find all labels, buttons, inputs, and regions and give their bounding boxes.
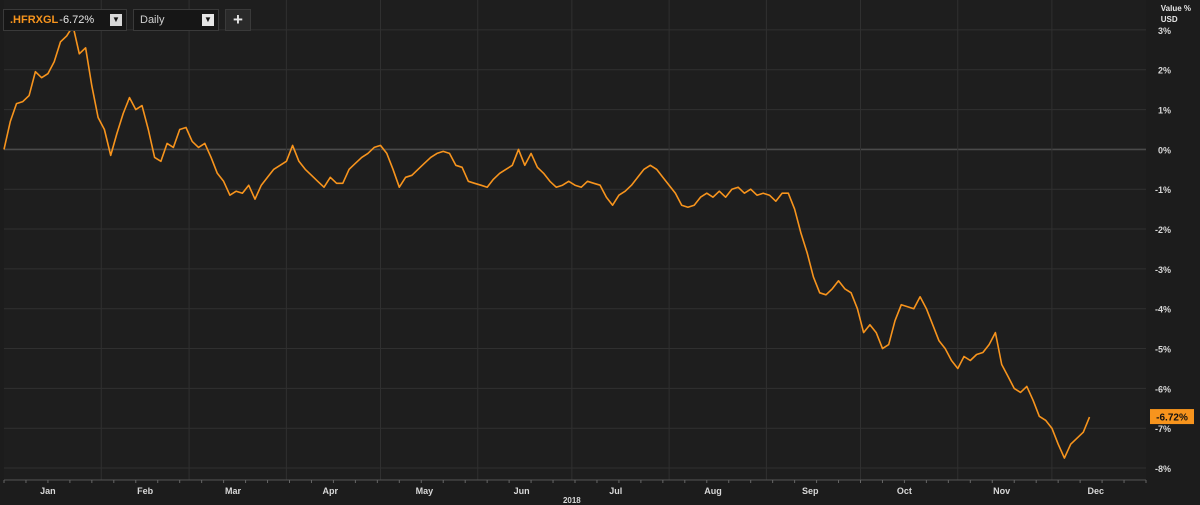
x-tick-label: Nov (993, 486, 1010, 496)
x-axis-year-label: 2018 (563, 496, 581, 505)
chevron-down-icon: ▼ (110, 14, 122, 26)
y-tick-label: 2% (1158, 66, 1171, 76)
y-tick-label: 0% (1158, 145, 1171, 155)
add-series-button[interactable]: + (225, 9, 251, 31)
y-tick-label: -6% (1155, 384, 1171, 394)
symbol-selector[interactable]: .HFRXGL -6.72% ▼ (3, 9, 127, 31)
y-tick-label: -2% (1155, 225, 1171, 235)
last-value-layer: -6.72% (1150, 409, 1194, 425)
y-tick-label: -8% (1155, 464, 1171, 474)
x-tick-label: Apr (323, 486, 339, 496)
last-value-label: -6.72% (1156, 413, 1188, 424)
y-tick-label: 3% (1158, 26, 1171, 36)
y-tick-label: -3% (1155, 265, 1171, 275)
period-selector[interactable]: Daily ▼ (133, 9, 219, 31)
x-tick-label: Jan (40, 486, 56, 496)
y-tick-label: -1% (1155, 185, 1171, 195)
x-tick-label: Oct (897, 486, 912, 496)
chart-toolbar: .HFRXGL -6.72% ▼ Daily ▼ + (3, 9, 251, 31)
x-tick-label: May (416, 486, 434, 496)
x-tick-label: Dec (1088, 486, 1105, 496)
plot-area (4, 0, 1146, 480)
y-tick-label: -5% (1155, 345, 1171, 355)
chevron-down-icon: ▼ (202, 14, 214, 26)
y-tick-label: -4% (1155, 305, 1171, 315)
period-label: Daily (140, 14, 165, 26)
x-tick-label: Sep (802, 486, 819, 496)
symbol-label: .HFRXGL (10, 14, 59, 26)
y-tick-label: -7% (1155, 424, 1171, 434)
x-tick-label: Feb (137, 486, 154, 496)
x-tick-label: Jul (609, 486, 622, 496)
y-axis: 3% 2% 1% 0% -1% -2% -3% -4% -5% -6% -7% -8% (1155, 26, 1171, 474)
line-chart: 3% 2% 1% 0% -1% -2% -3% -4% -5% -6% -7% -8% Jan Feb M… (3, 0, 1194, 505)
x-tick-label: Mar (225, 486, 242, 496)
x-tick-label: Aug (704, 486, 722, 496)
x-axis: Jan Feb Mar Apr May Jun Jul Aug Sep Oct Nov Dec 2018 (3, 479, 1147, 505)
plus-icon: + (233, 10, 243, 29)
y-tick-label: 1% (1158, 106, 1171, 116)
x-tick-label: Jun (514, 486, 530, 496)
symbol-change: -6.72% (59, 14, 95, 26)
grid (4, 0, 1146, 480)
